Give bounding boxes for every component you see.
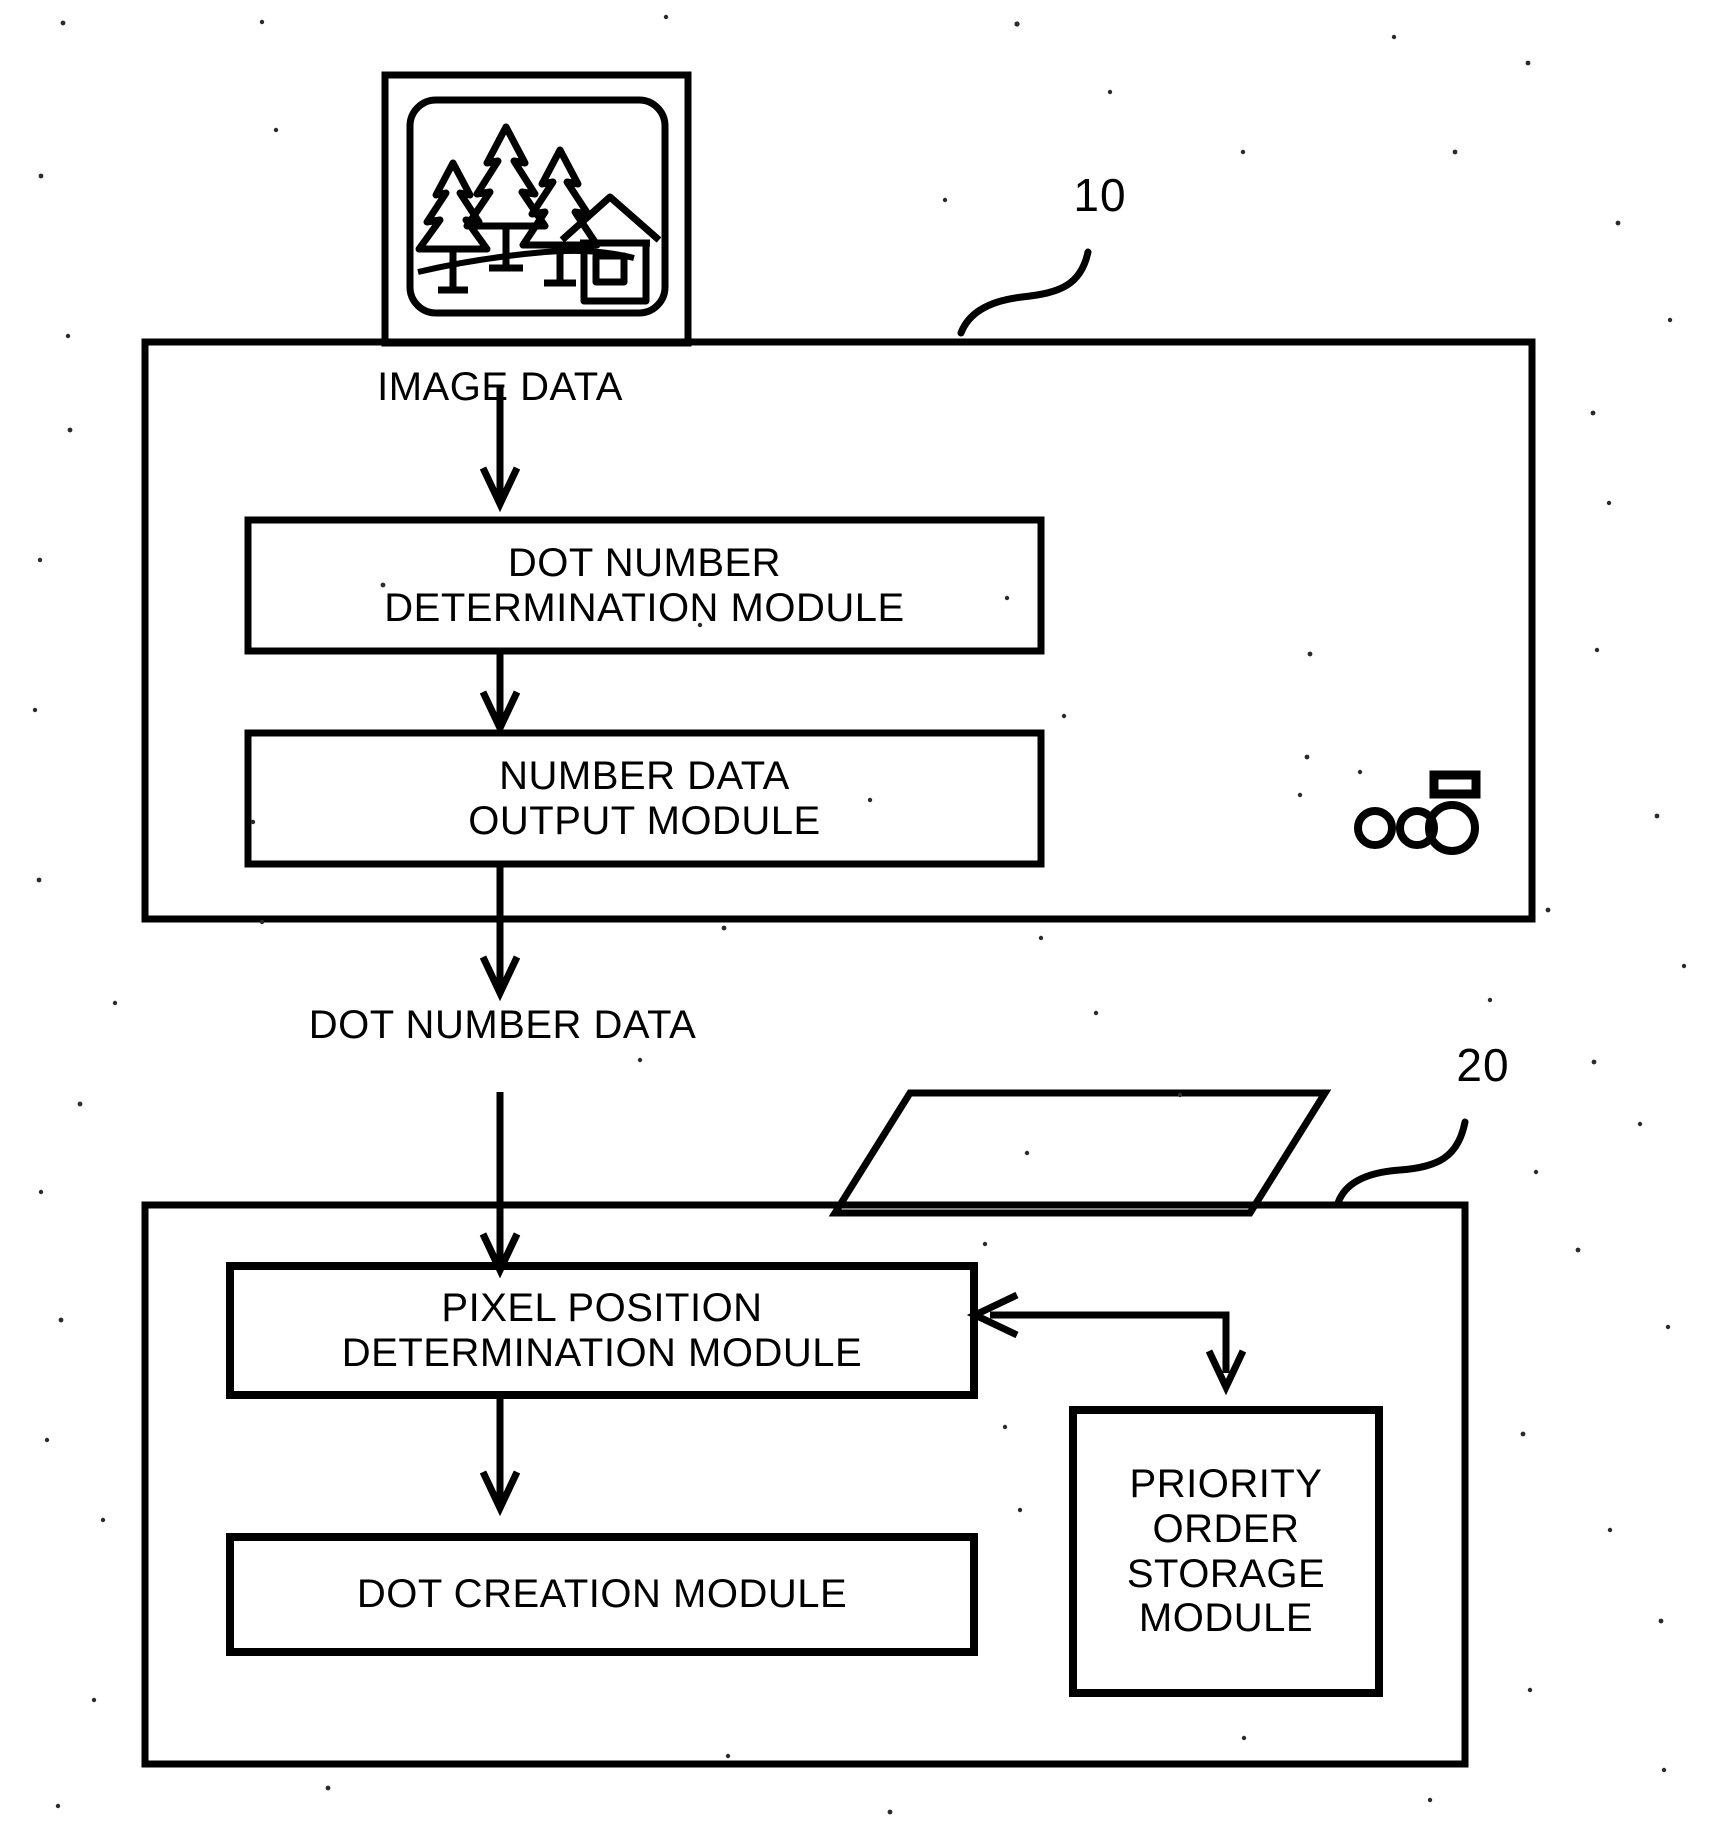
button-small-left xyxy=(1354,807,1396,849)
leader-line-20 xyxy=(1334,1118,1469,1207)
feedback-bus-line xyxy=(990,1311,1230,1373)
number-data-output-module[interactable]: NUMBER DATA OUTPUT MODULE xyxy=(248,733,1041,864)
reference-numeral-10: 10 xyxy=(1073,169,1127,221)
image-data-label: IMAGE DATA xyxy=(377,365,623,409)
dot-creation-module-line1: DOT CREATION MODULE xyxy=(356,1572,848,1617)
pixel-position-determination-module[interactable]: PIXEL POSITION DETERMINATION MODULE xyxy=(230,1266,974,1395)
output-media-parallelogram xyxy=(828,1089,1332,1217)
number-data-output-module-line1: NUMBER DATA xyxy=(499,753,790,798)
dot-number-determination-module-line2: DETERMINATION MODULE xyxy=(384,585,905,630)
priority-order-storage-module-line4: MODULE xyxy=(1138,1596,1314,1641)
priority-order-storage-module-line3: STORAGE xyxy=(1126,1551,1326,1596)
priority-order-storage-module-line1: PRIORITY xyxy=(1129,1461,1323,1506)
reference-numeral-20: 20 xyxy=(1456,1039,1510,1091)
leader-line-10 xyxy=(957,248,1092,337)
number-data-output-module-line2: OUTPUT MODULE xyxy=(468,798,821,843)
pixel-position-determination-module-line1: PIXEL POSITION xyxy=(441,1285,763,1330)
priority-order-storage-module[interactable]: PRIORITY ORDER STORAGE MODULE xyxy=(1073,1410,1379,1693)
figure-canvas: 10 20 IMAGE DATA DOT NUMBER DATA DOT NUM… xyxy=(0,0,1726,1846)
dot-creation-module[interactable]: DOT CREATION MODULE xyxy=(230,1537,974,1652)
dot-number-determination-module-line1: DOT NUMBER xyxy=(507,540,782,585)
dot-number-determination-module[interactable]: DOT NUMBER DETERMINATION MODULE xyxy=(248,520,1041,651)
dot-number-data-label: DOT NUMBER DATA xyxy=(308,1003,697,1047)
priority-order-storage-module-line2: ORDER xyxy=(1152,1506,1300,1551)
pixel-position-determination-module-line2: DETERMINATION MODULE xyxy=(341,1330,863,1375)
indicator-slot xyxy=(1429,770,1481,799)
